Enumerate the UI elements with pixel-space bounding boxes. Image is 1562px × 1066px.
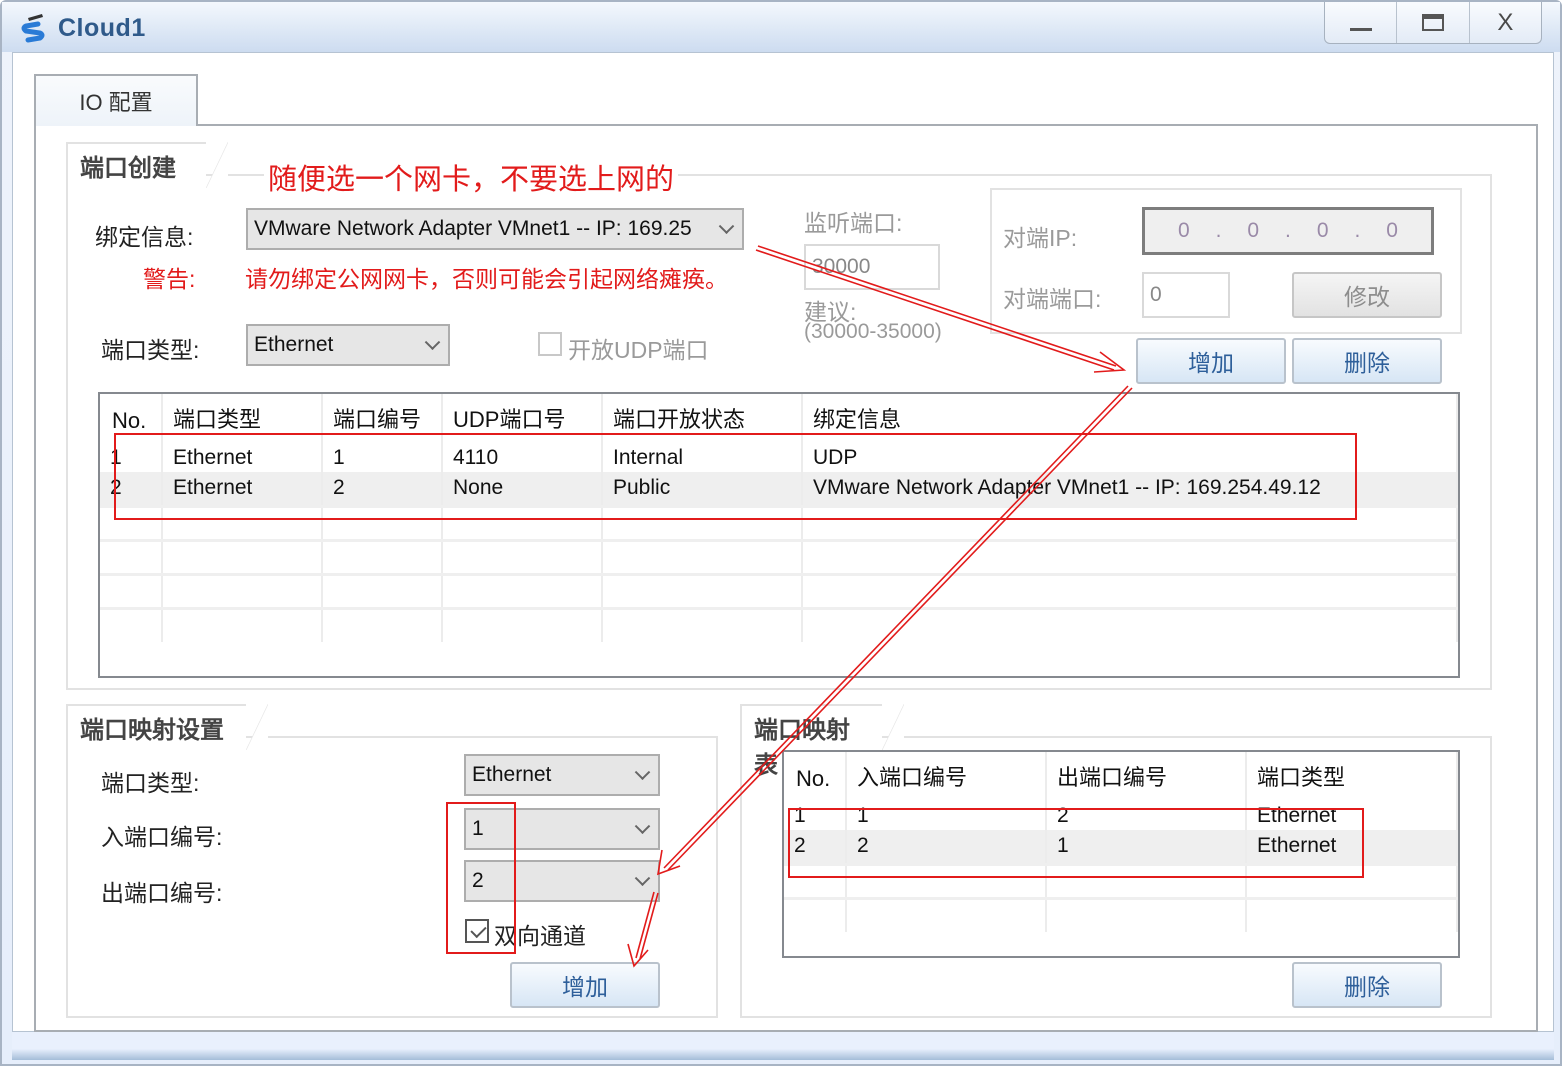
window-title: Cloud1 bbox=[58, 14, 146, 42]
close-button[interactable]: X bbox=[1468, 2, 1541, 43]
bidirectional-checkbox[interactable] bbox=[465, 919, 489, 943]
mapping-port-type-label: 端口类型: bbox=[101, 770, 200, 796]
minimize-button[interactable] bbox=[1325, 2, 1396, 43]
open-udp-checkbox[interactable] bbox=[538, 332, 562, 356]
port-type-label: 端口类型: bbox=[101, 337, 200, 363]
tab-io-config[interactable]: IO 配置 bbox=[34, 74, 198, 126]
cloud-device-icon bbox=[21, 14, 45, 43]
empty-row bbox=[100, 606, 1458, 642]
in-port-label: 入端口编号: bbox=[101, 824, 223, 850]
suggest-range: (30000-35000) bbox=[804, 320, 942, 343]
mapping-table: No. 入端口编号 出端口编号 端口类型 1 1 2 Ethernet 2 2 … bbox=[782, 750, 1460, 958]
column-header[interactable]: 出端口编号 bbox=[1046, 752, 1247, 796]
window-controls: X bbox=[1324, 2, 1542, 44]
column-header[interactable]: UDP端口号 bbox=[442, 394, 603, 438]
add-port-button[interactable]: 增加 bbox=[1136, 338, 1286, 384]
table-row[interactable]: 2 2 1 Ethernet bbox=[784, 830, 1458, 864]
empty-row bbox=[784, 862, 1458, 898]
chevron-down-icon bbox=[634, 818, 651, 835]
column-header[interactable]: 入端口编号 bbox=[846, 752, 1047, 796]
peer-ip-input[interactable]: 0. 0. 0. 0 bbox=[1142, 207, 1434, 255]
chevron-down-icon bbox=[634, 764, 651, 781]
mapping-table-header: No. 入端口编号 出端口编号 端口类型 bbox=[784, 752, 1458, 796]
window-bottom-border bbox=[12, 1032, 1554, 1060]
listen-port-label: 监听端口: bbox=[804, 210, 903, 236]
peer-port-input[interactable]: 0 bbox=[1142, 272, 1230, 318]
modify-button[interactable]: 修改 bbox=[1292, 272, 1442, 318]
port-type-select[interactable]: Ethernet bbox=[246, 324, 450, 366]
minimize-icon bbox=[1349, 28, 1372, 31]
peer-ip-label: 对端IP: bbox=[1003, 225, 1078, 251]
column-header[interactable]: 端口开放状态 bbox=[602, 394, 803, 438]
port-creation-title: 端口创建 bbox=[66, 142, 228, 188]
port-mapping-table-title: 端口映射表 bbox=[740, 704, 904, 779]
out-port-select[interactable]: 2 bbox=[464, 860, 660, 902]
binding-select[interactable]: VMware Network Adapter VMnet1 -- IP: 169… bbox=[246, 208, 744, 250]
peer-port-label: 对端端口: bbox=[1003, 286, 1102, 312]
out-port-label: 出端口编号: bbox=[101, 880, 223, 906]
warning-label: 警告: bbox=[143, 266, 196, 292]
maximize-icon bbox=[1421, 14, 1444, 31]
port-table: No. 端口类型 端口编号 UDP端口号 端口开放状态 绑定信息 1 Ether… bbox=[98, 392, 1460, 678]
column-header[interactable]: No. bbox=[784, 752, 847, 796]
tab-label: IO 配置 bbox=[79, 90, 153, 115]
port-table-header: No. 端口类型 端口编号 UDP端口号 端口开放状态 绑定信息 bbox=[100, 394, 1458, 438]
open-udp-label: 开放UDP端口 bbox=[568, 337, 709, 363]
warning-text: 请勿绑定公网网卡，否则可能会引起网络瘫痪。 bbox=[245, 266, 728, 292]
empty-row bbox=[100, 538, 1458, 574]
close-icon: X bbox=[1497, 8, 1514, 36]
column-header[interactable]: No. bbox=[100, 394, 163, 438]
chevron-down-icon bbox=[424, 334, 441, 351]
in-port-select[interactable]: 1 bbox=[464, 808, 660, 850]
port-mapping-settings-title: 端口映射设置 bbox=[66, 704, 268, 750]
column-header[interactable]: 绑定信息 bbox=[802, 394, 1458, 438]
binding-label: 绑定信息: bbox=[95, 224, 194, 250]
column-header[interactable]: 端口类型 bbox=[162, 394, 323, 438]
chevron-down-icon bbox=[634, 870, 651, 887]
empty-row bbox=[100, 504, 1458, 540]
maximize-button[interactable] bbox=[1396, 2, 1468, 43]
table-row[interactable]: 1 Ethernet 1 4110 Internal UDP bbox=[100, 438, 1458, 472]
title-bar[interactable]: Cloud1 X bbox=[2, 2, 1560, 52]
delete-port-button[interactable]: 删除 bbox=[1292, 338, 1442, 384]
mapping-port-type-select[interactable]: Ethernet bbox=[464, 754, 660, 796]
delete-mapping-button[interactable]: 删除 bbox=[1292, 962, 1442, 1008]
annotation-note: 随便选一个网卡，不要选上网的 bbox=[264, 156, 679, 198]
empty-row bbox=[100, 572, 1458, 608]
bidirectional-label: 双向通道 bbox=[494, 923, 586, 949]
table-row[interactable]: 1 1 2 Ethernet bbox=[784, 796, 1458, 830]
listen-port-input[interactable]: 30000 bbox=[804, 244, 940, 290]
empty-row bbox=[784, 896, 1458, 932]
table-row[interactable]: 2 Ethernet 2 None Public VMware Network … bbox=[100, 472, 1458, 506]
column-header[interactable]: 端口编号 bbox=[322, 394, 443, 438]
add-mapping-button[interactable]: 增加 bbox=[510, 962, 660, 1008]
column-header[interactable]: 端口类型 bbox=[1246, 752, 1458, 796]
